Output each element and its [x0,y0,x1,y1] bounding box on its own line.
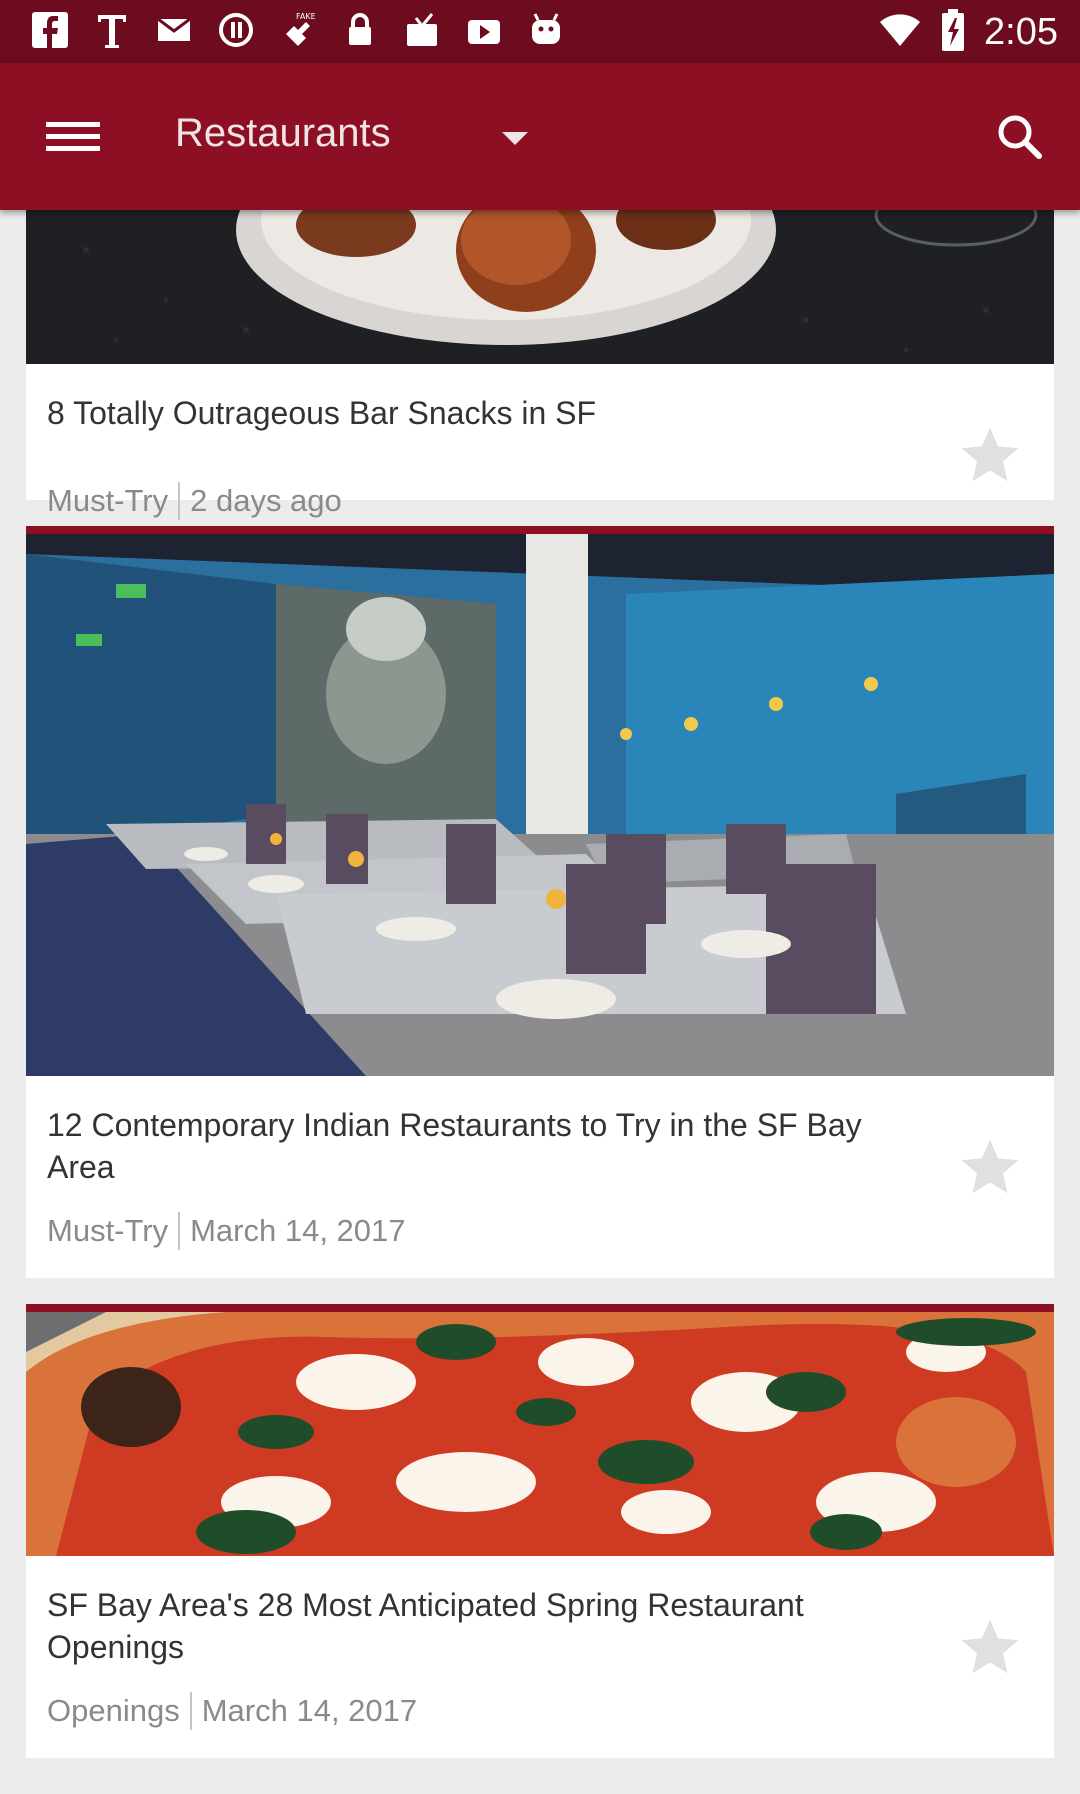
notification-icons: FAKE [30,10,566,50]
star-icon [961,1139,1019,1194]
meta-divider [189,1692,192,1730]
bookmark-button[interactable] [956,1134,1024,1202]
inbox-icon [402,10,442,50]
section-title[interactable]: Restaurants [175,111,391,156]
caret-down-icon [502,132,528,145]
article-title[interactable]: 12 Contemporary Indian Restaurants to Tr… [47,1104,934,1188]
star-icon [961,1619,1019,1674]
menu-button[interactable] [30,101,116,171]
article-body: SF Bay Area's 28 Most Anticipated Spring… [26,1556,1054,1758]
facebook-icon [30,10,70,50]
article-card[interactable]: SF Bay Area's 28 Most Anticipated Spring… [26,1304,1054,1758]
youtube-icon [464,10,504,50]
meta-divider [178,1212,181,1250]
lock-icon [340,10,380,50]
status-bar: FAKE 2:05 [0,0,1080,63]
article-date: March 14, 2017 [201,1693,418,1728]
svg-text:FAKE: FAKE [296,12,316,21]
article-date: 2 days ago [190,483,342,518]
article-meta: Must-Try 2 days ago [47,482,934,520]
bookmark-button[interactable] [956,422,1024,490]
article-card[interactable]: 8 Totally Outrageous Bar Snacks in SF Mu… [26,210,1054,520]
mail-icon [154,10,194,50]
search-button[interactable] [980,97,1060,177]
plated-bar-snacks-photo[interactable] [26,210,1054,364]
article-card[interactable]: 12 Contemporary Indian Restaurants to Tr… [26,526,1054,1278]
fake-gps-icon: FAKE [278,10,318,50]
bookmark-button[interactable] [956,1614,1024,1682]
article-category[interactable]: Openings [47,1693,180,1729]
margherita-pizza-photo[interactable] [26,1312,1054,1556]
article-body: 12 Contemporary Indian Restaurants to Tr… [26,1076,1054,1278]
article-category[interactable]: Must-Try [47,483,168,519]
text-t-icon [92,10,132,50]
meta-divider [178,482,181,520]
section-dropdown-button[interactable] [480,108,550,168]
article-date: March 14, 2017 [190,1213,406,1248]
android-icon [526,10,566,50]
battery-charging-icon [940,8,966,57]
wifi-icon [878,10,922,55]
hamburger-menu-icon [46,122,100,151]
status-time: 2:05 [984,11,1058,53]
article-meta: Openings March 14, 2017 [47,1692,934,1730]
app-bar: Restaurants [0,63,1080,210]
article-meta: Must-Try March 14, 2017 [47,1212,934,1250]
system-icons: 2:05 [878,8,1058,57]
article-category[interactable]: Must-Try [47,1213,168,1249]
star-icon [961,427,1019,482]
article-title[interactable]: SF Bay Area's 28 Most Anticipated Spring… [47,1584,934,1668]
restaurant-dining-room-photo[interactable] [26,534,1054,1076]
sync-icon [216,10,256,50]
article-feed[interactable]: 8 Totally Outrageous Bar Snacks in SF Mu… [26,210,1054,1784]
search-icon [998,115,1042,159]
article-title[interactable]: 8 Totally Outrageous Bar Snacks in SF [47,392,934,434]
